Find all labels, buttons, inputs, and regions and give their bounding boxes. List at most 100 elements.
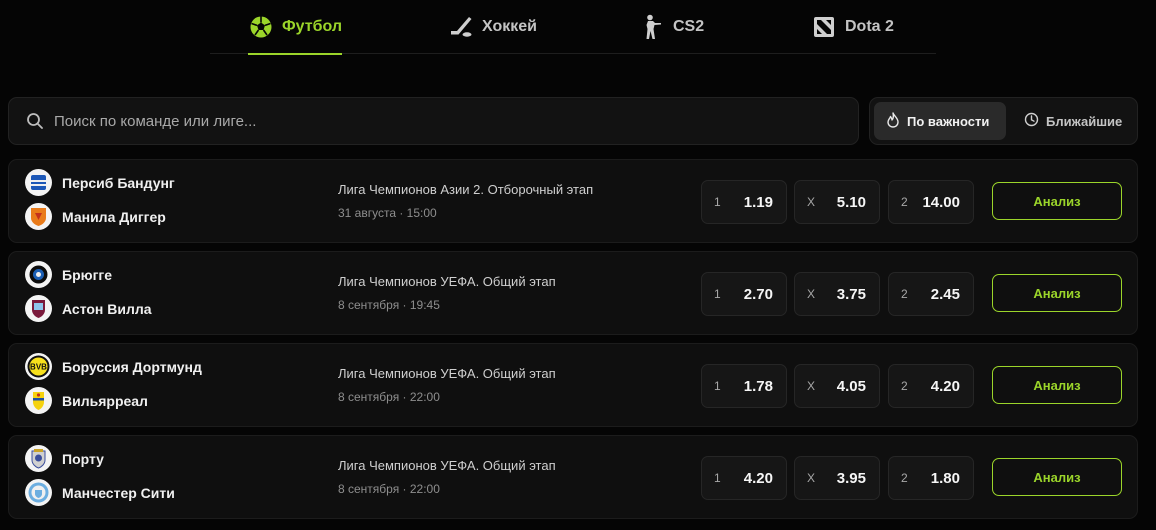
team-name: Манчестер Сити (62, 484, 175, 501)
club-brugge-logo-icon (25, 261, 52, 288)
odd-home-win[interactable]: 1 1.78 (701, 364, 787, 408)
sort-label: По важности (907, 113, 990, 129)
tab-hockey[interactable]: Хоккей (448, 0, 537, 54)
odd-value: 4.20 (743, 470, 773, 487)
clock-icon (1024, 112, 1039, 130)
team-name: Порту (62, 450, 104, 467)
away-team: Манила Диггер (25, 203, 166, 230)
odd-label: 1 (714, 379, 721, 393)
odd-away-win[interactable]: 2 1.80 (888, 456, 974, 500)
match-card: Персиб Бандунг Манила Диггер Лига Чемпио… (8, 159, 1138, 243)
odd-label: 1 (714, 471, 721, 485)
home-team: Брюгге (25, 261, 112, 288)
home-team: BVB Боруссия Дортмунд (25, 353, 202, 380)
odd-label: X (807, 379, 816, 393)
manila-digger-logo-icon (25, 203, 52, 230)
odd-label: 2 (901, 471, 908, 485)
match-card: BVB Боруссия Дортмунд Вильярреал Лига Че… (8, 343, 1138, 427)
odd-home-win[interactable]: 1 1.19 (701, 180, 787, 224)
tab-label: Dota 2 (845, 18, 894, 35)
odd-value: 5.10 (836, 194, 866, 211)
analyze-button[interactable]: Анализ (992, 458, 1122, 496)
match-card: Брюгге Астон Вилла Лига Чемпионов УЕФА. … (8, 251, 1138, 335)
hockey-stick-icon (448, 14, 474, 40)
tab-cs2[interactable]: CS2 (639, 0, 704, 54)
team-name: Персиб Бандунг (62, 174, 175, 191)
away-team: Манчестер Сити (25, 479, 175, 506)
odd-draw[interactable]: X 5.10 (794, 180, 880, 224)
team-name: Боруссия Дортмунд (62, 358, 202, 375)
search-icon (26, 112, 44, 130)
team-name: Брюгге (62, 266, 113, 283)
odd-home-win[interactable]: 1 4.20 (701, 456, 787, 500)
league-name: Лига Чемпионов УЕФА. Общий этап (338, 458, 556, 473)
odd-label: X (807, 195, 816, 209)
away-team: Астон Вилла (25, 295, 152, 322)
porto-logo-icon (25, 445, 52, 472)
borussia-dortmund-logo-icon: BVB (25, 353, 52, 380)
odd-draw[interactable]: X 3.95 (794, 456, 880, 500)
flame-icon (886, 111, 900, 131)
league-name: Лига Чемпионов Азии 2. Отборочный этап (338, 182, 594, 197)
cs2-soldier-icon (639, 14, 665, 40)
match-date: 8 сентября · 22:00 (338, 390, 440, 404)
odd-value: 2.45 (930, 286, 960, 303)
odd-value: 3.75 (836, 286, 866, 303)
villarreal-logo-icon (25, 387, 52, 414)
soccer-ball-icon (248, 14, 274, 40)
league-name: Лига Чемпионов УЕФА. Общий этап (338, 366, 556, 381)
sort-by-importance-button[interactable]: По важности (874, 102, 1006, 140)
search-box (8, 97, 859, 145)
odd-draw[interactable]: X 3.75 (794, 272, 880, 316)
sort-label: Ближайшие (1046, 113, 1123, 129)
odd-away-win[interactable]: 2 4.20 (888, 364, 974, 408)
home-team: Порту (25, 445, 104, 472)
odd-label: 2 (901, 195, 908, 209)
odd-away-win[interactable]: 2 14.00 (888, 180, 974, 224)
persib-logo-icon (25, 169, 52, 196)
sort-by-nearest-button[interactable]: Ближайшие (1012, 102, 1134, 140)
aston-villa-logo-icon (25, 295, 52, 322)
away-team: Вильярреал (25, 387, 148, 414)
team-name: Манила Диггер (62, 208, 166, 225)
team-name: Астон Вилла (62, 300, 152, 317)
tab-dota2[interactable]: Dota 2 (811, 0, 894, 54)
sort-toggle: По важности Ближайшие (869, 97, 1138, 145)
odd-label: 2 (901, 287, 908, 301)
odd-value: 1.19 (743, 194, 773, 211)
tab-football[interactable]: Футбол (248, 0, 343, 55)
analyze-button[interactable]: Анализ (992, 274, 1122, 312)
odd-value: 1.78 (743, 378, 773, 395)
match-date: 31 августа · 15:00 (338, 206, 437, 220)
analyze-button[interactable]: Анализ (992, 182, 1122, 220)
league-name: Лига Чемпионов УЕФА. Общий этап (338, 274, 556, 289)
sport-tabs: Футбол Хоккей CS2 Dota 2 (210, 0, 936, 55)
odd-away-win[interactable]: 2 2.45 (888, 272, 974, 316)
odd-value: 3.95 (836, 470, 866, 487)
tab-label: CS2 (673, 18, 705, 35)
odd-home-win[interactable]: 1 2.70 (701, 272, 787, 316)
odd-value: 1.80 (930, 470, 960, 487)
search-input[interactable] (54, 106, 844, 136)
odd-label: X (807, 287, 816, 301)
odd-label: X (807, 471, 816, 485)
home-team: Персиб Бандунг (25, 169, 175, 196)
match-card: Порту Манчестер Сити Лига Чемпионов УЕФА… (8, 435, 1138, 519)
tab-label: Хоккей (482, 18, 537, 35)
svg-text:BVB: BVB (30, 363, 47, 372)
dota2-logo-icon (811, 14, 837, 40)
odd-value: 14.00 (922, 194, 960, 211)
odd-value: 4.20 (930, 378, 960, 395)
odd-label: 1 (714, 287, 721, 301)
odd-draw[interactable]: X 4.05 (794, 364, 880, 408)
odd-value: 2.70 (743, 286, 773, 303)
odd-label: 2 (901, 379, 908, 393)
analyze-button[interactable]: Анализ (992, 366, 1122, 404)
odd-value: 4.05 (836, 378, 866, 395)
tab-label: Футбол (282, 18, 343, 35)
odd-label: 1 (714, 195, 721, 209)
team-name: Вильярреал (62, 392, 148, 409)
manchester-city-logo-icon (25, 479, 52, 506)
match-date: 8 сентября · 22:00 (338, 482, 440, 496)
match-date: 8 сентября · 19:45 (338, 298, 440, 312)
